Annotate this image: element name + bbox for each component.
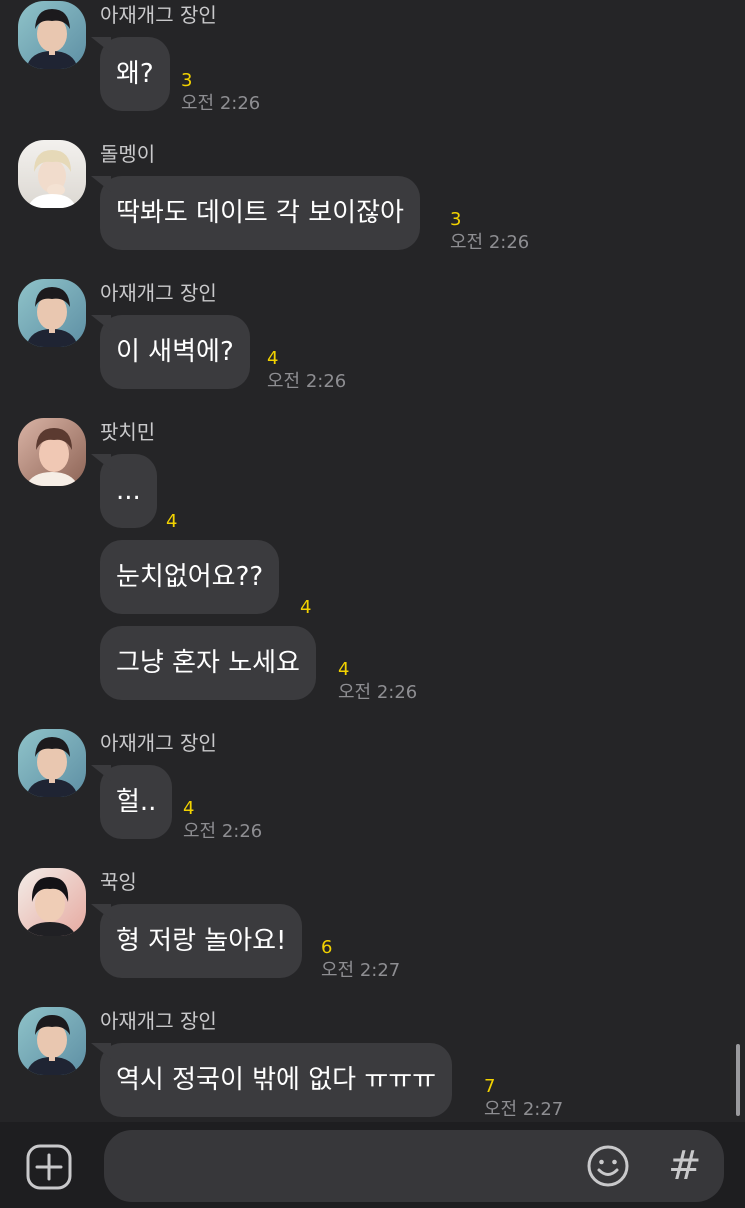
avatar-jin[interactable]: [18, 729, 86, 797]
hashtag-icon[interactable]: #: [668, 1142, 702, 1190]
sender-name: 팟치민: [100, 420, 156, 444]
unread-count: 4: [267, 348, 279, 369]
sender-name: 아재개그 장인: [100, 731, 217, 755]
message-bubble[interactable]: 역시 정국이 밖에 없다 ㅠㅠㅠ: [100, 1043, 453, 1117]
message-time: 오전 2:26: [181, 93, 261, 114]
unread-count: 7: [484, 1076, 496, 1097]
chat-message-list[interactable]: 아재개그 장인 왜? 3 오전 2:26 돌멩이 딱봐도 데이트 각 보이잖아 …: [0, 0, 745, 1122]
sender-name: 꾹잉: [100, 870, 137, 894]
avatar-jimin[interactable]: [18, 418, 86, 486]
unread-count: 4: [300, 597, 312, 618]
message-time: 오전 2:27: [484, 1099, 564, 1120]
message-time: 오전 2:26: [183, 821, 263, 842]
sender-name: 돌멩이: [100, 142, 156, 166]
message-time: 오전 2:27: [321, 960, 401, 981]
unread-count: 3: [181, 70, 193, 91]
sender-name: 아재개그 장인: [100, 1009, 217, 1033]
avatar-jin[interactable]: [18, 1, 86, 69]
message-bubble[interactable]: 형 저랑 놀아요!: [100, 904, 303, 978]
message-bubble[interactable]: 왜?: [100, 37, 170, 111]
message-bubble[interactable]: 이 새벽에?: [100, 315, 250, 389]
message-bubble[interactable]: 딱봐도 데이트 각 보이잖아: [100, 176, 420, 250]
message-input-box[interactable]: #: [104, 1130, 724, 1202]
unread-count: 4: [338, 659, 350, 680]
avatar-jin[interactable]: [18, 1007, 86, 1075]
unread-count: 6: [321, 937, 333, 958]
message-time: 오전 2:26: [267, 371, 347, 392]
message-time: 오전 2:26: [338, 682, 418, 703]
message-bubble[interactable]: 헐..: [100, 765, 173, 839]
unread-count: 3: [450, 209, 462, 230]
avatar-jungkook[interactable]: [18, 868, 86, 936]
avatar-jin[interactable]: [18, 279, 86, 347]
message-composer: #: [0, 1122, 745, 1208]
message-bubble[interactable]: 눈치없어요??: [100, 540, 280, 614]
scrollbar[interactable]: [736, 1044, 740, 1116]
emoji-icon[interactable]: [586, 1144, 630, 1188]
sender-name: 아재개그 장인: [100, 281, 217, 305]
message-bubble[interactable]: 그냥 혼자 노세요: [100, 626, 316, 700]
plus-icon[interactable]: [26, 1144, 72, 1190]
unread-count: 4: [183, 798, 195, 819]
message-time: 오전 2:26: [450, 232, 530, 253]
sender-name: 아재개그 장인: [100, 3, 217, 27]
unread-count: 4: [166, 511, 178, 532]
message-bubble[interactable]: ...: [100, 454, 157, 528]
message-input[interactable]: [122, 1146, 586, 1188]
avatar-suga[interactable]: [18, 140, 86, 208]
